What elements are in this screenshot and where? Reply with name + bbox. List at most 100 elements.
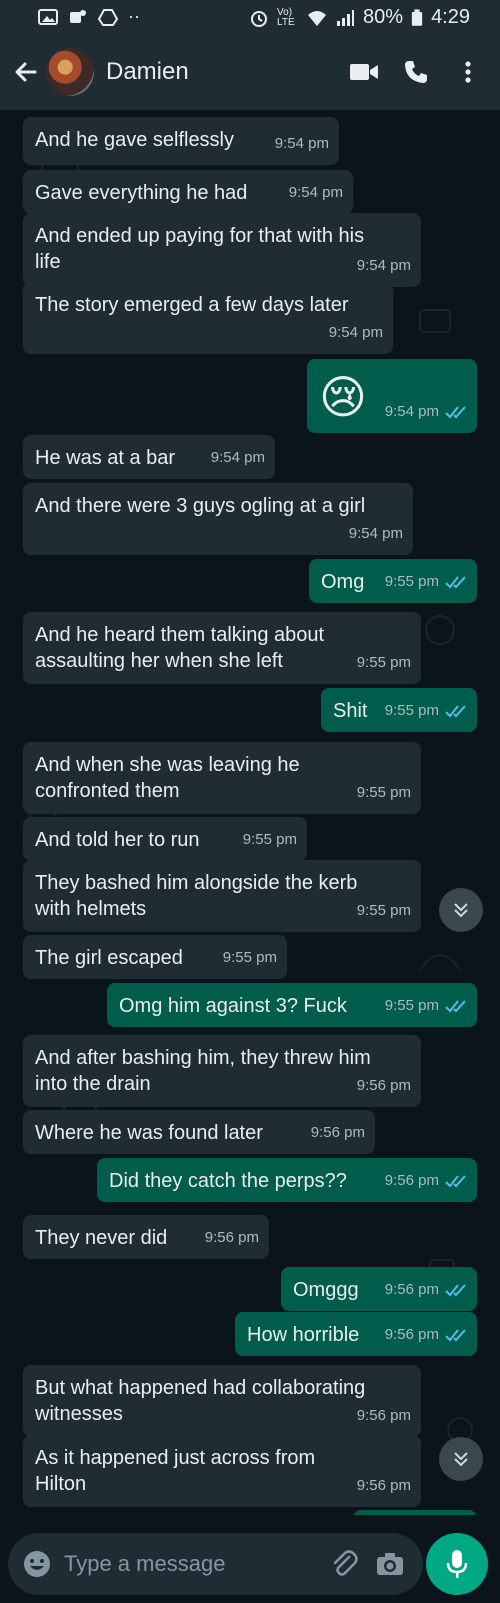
back-button[interactable]: [6, 52, 46, 92]
message-text: As it happened just across from Hilton: [35, 1447, 316, 1495]
status-notifications: ··: [38, 6, 140, 27]
message-text: The girl escaped: [35, 947, 183, 969]
double-check-icon: [445, 1175, 466, 1188]
message-input-box[interactable]: Type a message: [8, 1533, 423, 1595]
message-text: Shit: [333, 700, 368, 722]
message-bubble-incoming[interactable]: And ended up paying for that with his li…: [23, 213, 421, 287]
message-bubble-incoming[interactable]: And he gave selflessly 9:54 pm: [23, 117, 339, 165]
message-bubble-incoming[interactable]: And he heard them talking about assaulti…: [23, 612, 421, 684]
message-bubble-incoming[interactable]: And when she was leaving he confronted t…: [23, 742, 421, 814]
message-bubble-incoming[interactable]: And after bashing him, they threw him in…: [23, 1035, 421, 1107]
message-input[interactable]: Type a message: [64, 1551, 329, 1577]
message-bubble-incoming[interactable]: Gave everything he had 9:54 pm: [23, 170, 353, 214]
message-bubble-incoming[interactable]: And told her to run 9:55 pm: [23, 817, 307, 861]
alarm-icon: [251, 10, 268, 27]
message-status: 9:55 pm: [385, 993, 467, 1019]
message-time: 9:55 pm: [356, 902, 411, 919]
message-status: 9:56 pm: [385, 1277, 467, 1303]
double-chevron-down-icon: [454, 1452, 468, 1467]
message-bubble-incoming[interactable]: The girl escaped 9:55 pm: [23, 935, 287, 979]
signal-icon: [337, 9, 355, 26]
clock: 4:29: [431, 6, 470, 28]
message-status: 9:55 pm: [385, 569, 467, 595]
message-bubble-outgoing[interactable]: Omg him against 3? Fuck 9:55 pm: [107, 983, 477, 1027]
message-time: 9:56 pm: [310, 1124, 365, 1141]
voice-message-button[interactable]: [426, 1533, 488, 1595]
message-time: 9:56 pm: [356, 1407, 411, 1424]
message-time: 9:55 pm: [384, 997, 439, 1014]
message-time: 9:55 pm: [356, 784, 411, 801]
message-bubble-incoming[interactable]: He was at a bar 9:54 pm: [23, 435, 275, 479]
more-options-button[interactable]: [448, 52, 488, 92]
message-bubble-incoming[interactable]: As it happened just across from Hilton 9…: [23, 1435, 421, 1507]
crying-emoji: 😢: [319, 371, 367, 423]
message-time: 9:56 pm: [384, 1326, 439, 1343]
message-bubble-incoming[interactable]: And there were 3 guys ogling at a girl 9…: [23, 483, 413, 555]
network-type: Vo) LTE: [277, 6, 295, 28]
battery-percent: 80%: [363, 6, 404, 28]
status-bar: ·· Vo) LTE 80% 4:29: [0, 0, 500, 34]
double-check-icon: [445, 576, 466, 589]
video-camera-icon: [350, 64, 378, 80]
camera-icon[interactable]: [375, 1551, 405, 1577]
message-bubble-incoming[interactable]: The story emerged a few days later 9:54 …: [23, 282, 393, 354]
message-bubble-outgoing[interactable]: Omggg 9:56 pm: [281, 1267, 477, 1311]
message-text: But what happened had collaborating witn…: [35, 1377, 366, 1425]
double-check-icon: [445, 1000, 466, 1013]
message-bubble-outgoing[interactable]: How horrible 9:56 pm: [235, 1312, 477, 1356]
message-text: And ended up paying for that with his li…: [35, 225, 365, 273]
double-check-icon: [445, 406, 466, 419]
gallery-icon: [38, 8, 58, 25]
message-text: He was at a bar: [35, 447, 176, 469]
message-bubble-incoming[interactable]: Where he was found later 9:56 pm: [23, 1110, 375, 1154]
message-time: 9:55 pm: [356, 654, 411, 671]
message-time: 9:56 pm: [384, 1172, 439, 1189]
message-bubble-outgoing[interactable]: Did they catch the perps?? 9:56 pm: [97, 1158, 477, 1202]
voice-call-button[interactable]: [396, 52, 436, 92]
message-time: 9:56 pm: [384, 1281, 439, 1298]
paperclip-icon[interactable]: [329, 1549, 359, 1579]
message-bubble-incoming[interactable]: They never did 9:56 pm: [23, 1215, 269, 1259]
message-bubble-outgoing[interactable]: Omg 9:55 pm: [309, 559, 477, 603]
contact-name[interactable]: Damien: [106, 58, 344, 86]
message-text: And he heard them talking about assaulti…: [35, 624, 325, 672]
message-time: 9:54 pm: [210, 449, 265, 466]
message-text: Gave everything he had: [35, 182, 248, 204]
message-bubble-incoming[interactable]: They bashed him alongside the kerb with …: [23, 860, 421, 932]
kebab-menu-icon: [465, 61, 471, 83]
message-time: 9:55 pm: [222, 949, 277, 966]
message-time: 9:55 pm: [384, 702, 439, 719]
battery-icon: [411, 8, 423, 26]
message-status: 9:56 pm: [385, 1168, 467, 1194]
double-chevron-down-icon: [454, 903, 468, 918]
message-time: 9:54 pm: [328, 324, 383, 341]
double-check-icon: [445, 705, 466, 718]
message-text: Omggg: [293, 1279, 359, 1301]
chat-header: Damien: [0, 34, 500, 110]
avatar[interactable]: [46, 48, 94, 96]
message-text: And he gave selflessly: [35, 129, 235, 151]
message-text: They bashed him alongside the kerb with …: [35, 872, 358, 920]
message-time: 9:54 pm: [274, 135, 329, 152]
message-text: Omg him against 3? Fuck: [119, 995, 347, 1017]
message-bubble-incoming[interactable]: But what happened had collaborating witn…: [23, 1365, 421, 1437]
message-text: And there were 3 guys ogling at a girl: [35, 495, 366, 517]
message-time: 9:56 pm: [204, 1229, 259, 1246]
wifi-icon: [308, 10, 327, 26]
message-time: 9:56 pm: [356, 1477, 411, 1494]
video-call-button[interactable]: [344, 52, 384, 92]
phone-icon: [405, 61, 427, 83]
emoji-icon[interactable]: [22, 1549, 52, 1579]
double-check-icon: [445, 1329, 466, 1342]
message-time: 9:56 pm: [356, 1077, 411, 1094]
message-status: 9:56 pm: [385, 1322, 467, 1348]
message-list[interactable]: And he gave selflessly 9:54 pm Gave ever…: [0, 110, 500, 1515]
scroll-down-button[interactable]: [439, 1437, 483, 1481]
arrow-left-icon: [15, 62, 37, 82]
teams-icon: [70, 9, 86, 23]
message-bubble-outgoing[interactable]: 😢 9:54 pm: [307, 359, 477, 433]
scroll-down-button[interactable]: [439, 888, 483, 932]
message-time: 9:54 pm: [348, 525, 403, 542]
message-bubble-outgoing[interactable]: Shit 9:55 pm: [321, 688, 477, 732]
message-time: 9:54 pm: [384, 403, 439, 420]
